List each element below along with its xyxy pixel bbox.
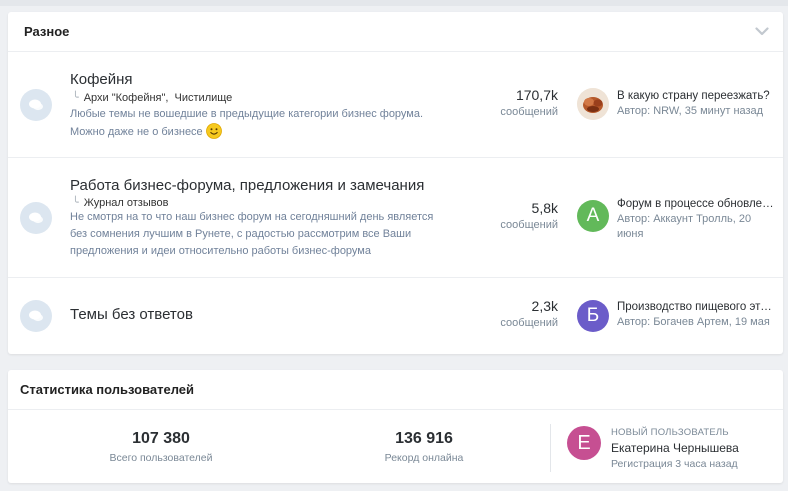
subforum-link[interactable]: Журнал отзывов: [84, 197, 169, 209]
record-online-value: 136 916: [395, 430, 453, 447]
latest-thread-link[interactable]: В какую страну переезжать?: [617, 90, 775, 102]
latest-post-meta: Автор: Аккаунт Тролль, 20 июня: [617, 213, 752, 240]
total-users-label: Всего пользователей: [109, 452, 213, 464]
post-count-value: 2,3k: [531, 298, 558, 314]
record-online-stat: 136 916 Рекорд онлайна: [324, 430, 524, 464]
forum-row: Работа бизнес-форума, предложения и заме…: [8, 158, 783, 278]
post-count-label: сообщений: [500, 106, 558, 118]
subforum-link[interactable]: Архи "Кофейня",: [84, 92, 169, 104]
new-user-name-link[interactable]: Екатерина Чернышева: [611, 441, 739, 455]
forum-row: Темы без ответов 2,3k сообщений Б Произв…: [8, 278, 783, 354]
chevron-down-icon[interactable]: [753, 23, 771, 41]
avatar[interactable]: Б: [577, 300, 609, 332]
post-count-value: 170,7k: [515, 87, 558, 103]
subforum-links: ╰ Журнал отзывов: [72, 196, 168, 209]
latest-thread-link[interactable]: Форум в процессе обновления: [617, 198, 775, 210]
stats-title: Статистика пользователей: [20, 382, 195, 397]
stats-panel: Статистика пользователей 107 380 Всего п…: [8, 370, 783, 483]
top-edge: [0, 0, 788, 6]
total-users-stat: 107 380 Всего пользователей: [61, 430, 261, 464]
forum-row: Кофейня ╰ Архи "Кофейня", Чистилище Любы…: [8, 52, 783, 158]
forum-description-text: Любые темы не вошедшие в предыдущие кате…: [70, 108, 424, 138]
new-user-registered: Регистрация 3 часа назад: [611, 458, 738, 470]
stats-header: Статистика пользователей: [8, 370, 783, 410]
category-header: Разное: [8, 12, 783, 52]
latest-post-meta: Автор: NRW, 35 минут назад: [617, 105, 764, 117]
forum-description-text: Не смотря на то что наш бизнес форум на …: [70, 211, 434, 257]
post-count: 170,7k сообщений: [458, 87, 558, 118]
forum-title-link[interactable]: Работа бизнес-форума, предложения и заме…: [70, 177, 424, 194]
post-count: 2,3k сообщений: [458, 298, 558, 329]
stats-body: 107 380 Всего пользователей 136 916 Реко…: [8, 410, 783, 483]
record-online-label: Рекорд онлайна: [384, 452, 464, 464]
latest-post-meta: Автор: Богачев Артем, 19 мая: [617, 316, 770, 328]
latest-thread-link[interactable]: Производство пищевого этанола: [617, 301, 775, 313]
latest-post: Производство пищевого этанола Автор: Бог…: [617, 301, 775, 330]
subforum-links: ╰ Архи "Кофейня", Чистилище: [72, 91, 232, 104]
forum-bubble-icon: [20, 89, 52, 121]
new-user-block: НОВЫЙ ПОЛЬЗОВАТЕЛЬ Екатерина Чернышева Р…: [611, 427, 739, 470]
post-count: 5,8k сообщений: [458, 200, 558, 231]
forum-bubble-icon: [20, 300, 52, 332]
latest-post: В какую страну переезжать? Автор: NRW, 3…: [617, 90, 775, 119]
avatar[interactable]: [577, 88, 609, 120]
avatar[interactable]: Е: [567, 426, 601, 460]
post-count-label: сообщений: [500, 317, 558, 329]
subforum-link[interactable]: Чистилище: [175, 92, 233, 104]
divider: [550, 424, 551, 472]
subforum-arrow-icon: ╰: [72, 197, 79, 209]
subforum-arrow-icon: ╰: [72, 92, 79, 104]
smiley-icon: [205, 123, 222, 139]
forum-title-link[interactable]: Темы без ответов: [70, 306, 193, 323]
forum-bubble-icon: [20, 202, 52, 234]
category-panel: Разное Кофейня ╰ Архи "Кофейня", Чистили…: [8, 12, 783, 354]
new-user-caption: НОВЫЙ ПОЛЬЗОВАТЕЛЬ: [611, 427, 729, 438]
post-count-label: сообщений: [500, 219, 558, 231]
forum-description: Не смотря на то что наш бизнес форум на …: [70, 209, 445, 260]
avatar[interactable]: А: [577, 200, 609, 232]
latest-post: Форум в процессе обновления Автор: Аккау…: [617, 198, 775, 242]
forum-description: Любые темы не вошедшие в предыдущие кате…: [70, 106, 445, 141]
total-users-value: 107 380: [132, 430, 190, 447]
post-count-value: 5,8k: [531, 200, 558, 216]
category-title: Разное: [24, 24, 70, 39]
forum-title-link[interactable]: Кофейня: [70, 71, 133, 88]
